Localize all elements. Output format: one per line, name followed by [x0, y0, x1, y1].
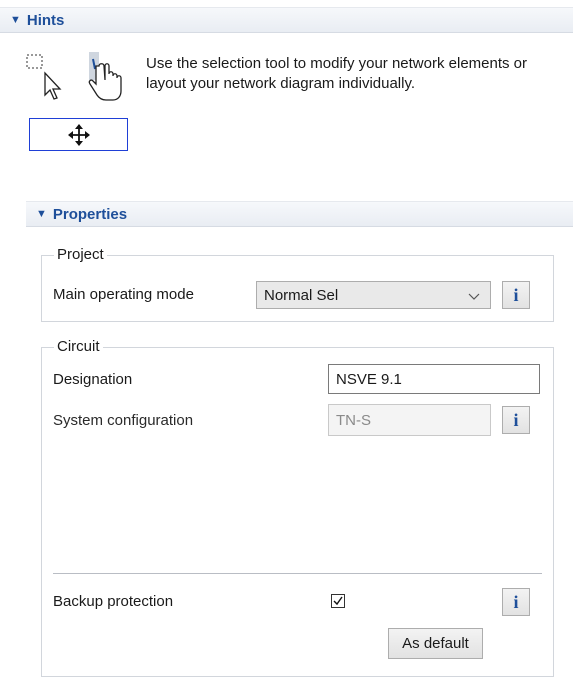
designation-label: Designation [53, 371, 133, 388]
collapse-triangle-icon: ▼ [10, 14, 21, 26]
move-arrows-icon [68, 124, 90, 146]
properties-title: Properties [52, 205, 128, 223]
system-configuration-label: System configuration [53, 412, 194, 429]
divider [53, 573, 542, 574]
as-default-button[interactable]: As default [388, 628, 483, 659]
hints-section-header[interactable]: ▼ Hints [0, 7, 573, 33]
hint-text: Use the selection tool to modify your ne… [146, 55, 528, 92]
system-configuration-input: TN-S [328, 404, 491, 436]
collapse-triangle-icon: ▼ [36, 208, 47, 220]
backup-protection-checkbox[interactable] [331, 594, 345, 608]
move-tool-box [29, 118, 128, 151]
main-operating-mode-value: Normal Sel [264, 286, 339, 304]
properties-section-header[interactable]: ▼ Properties [26, 201, 573, 227]
designation-input[interactable]: NSVE 9.1 [328, 364, 540, 394]
backup-protection-label: Backup protection [53, 593, 174, 610]
hand-pointer-icon [84, 52, 130, 104]
circuit-legend: Circuit [54, 338, 103, 355]
project-info-button[interactable]: i [502, 281, 530, 309]
main-operating-mode-label: Main operating mode [53, 286, 194, 303]
system-configuration-value: TN-S [336, 411, 371, 429]
backup-info-button[interactable]: i [502, 588, 530, 616]
hints-title: Hints [26, 11, 65, 29]
designation-value: NSVE 9.1 [336, 370, 402, 388]
marquee-select-icon [26, 54, 62, 104]
chevron-down-icon [468, 293, 480, 300]
checkmark-icon [333, 596, 343, 606]
main-operating-mode-select[interactable]: Normal Sel [256, 281, 491, 309]
circuit-info-button[interactable]: i [502, 406, 530, 434]
project-legend: Project [54, 246, 107, 263]
